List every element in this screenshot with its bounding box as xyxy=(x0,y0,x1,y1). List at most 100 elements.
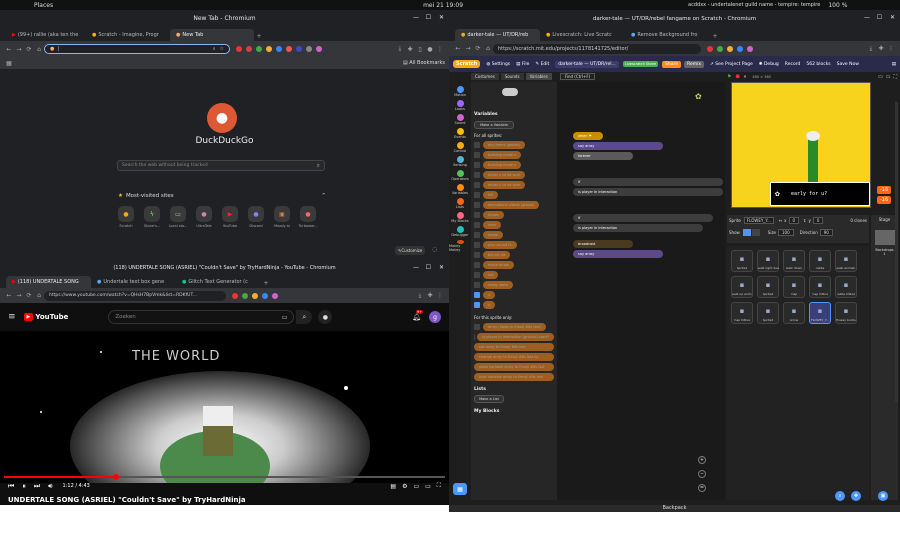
hamburger-icon[interactable]: ≡ xyxy=(8,312,16,322)
stage-canvas[interactable]: ✿ early for u? xyxy=(731,82,871,208)
forward-icon[interactable]: → xyxy=(14,291,24,301)
file-menu[interactable]: ▤ File xyxy=(516,62,529,67)
variable-reporter[interactable]: any items (global) xyxy=(483,141,525,149)
extension-icon[interactable] xyxy=(306,46,312,52)
variable-reporter[interactable]: mode xyxy=(483,231,503,239)
microphone-icon[interactable]: ● xyxy=(318,310,333,324)
extension-icon[interactable] xyxy=(262,292,268,299)
say-block[interactable]: say array xyxy=(573,142,663,150)
variable-checkbox[interactable] xyxy=(474,324,480,330)
fullscreen-icon[interactable]: ⛶ xyxy=(437,482,441,490)
omnibox-input[interactable]: ● | ⌕ ☆ xyxy=(44,44,230,54)
download-icon[interactable]: ⤓ xyxy=(866,44,876,54)
minimize-icon[interactable]: — xyxy=(413,264,419,271)
chat-icon[interactable]: ◌ xyxy=(432,246,437,253)
home-icon[interactable]: ⌂ xyxy=(34,291,44,301)
category-events[interactable]: Events xyxy=(449,128,471,140)
settings-menu[interactable]: ◍ Settings xyxy=(486,62,510,67)
hide-toggle[interactable] xyxy=(751,229,760,236)
save-now-button[interactable]: Save Now xyxy=(837,62,859,67)
direction-input[interactable]: 90 xyxy=(819,229,833,236)
close-icon[interactable]: ✕ xyxy=(890,14,895,21)
tab-livescratch[interactable]: ● Livescratch: Live Scratc xyxy=(540,29,625,41)
new-tab-icon[interactable]: + xyxy=(710,31,720,41)
add-sprite-icon[interactable]: ✚ xyxy=(851,491,861,501)
size-input[interactable]: 100 xyxy=(778,229,794,236)
tile-moody[interactable]: ▣ Moody ai xyxy=(271,206,293,228)
variable-reporter[interactable]: building mode x xyxy=(483,151,522,159)
home-icon[interactable]: ⌂ xyxy=(34,44,44,54)
variable-checkbox[interactable] xyxy=(474,282,480,288)
close-icon[interactable]: ✕ xyxy=(439,14,444,21)
variable-checkbox[interactable] xyxy=(474,182,480,188)
tab-costumes[interactable]: Costumes xyxy=(471,73,499,80)
sprite-name-input[interactable]: FLOWEY_Y... xyxy=(743,217,774,224)
extension-icon[interactable] xyxy=(707,45,713,52)
extension-icon[interactable] xyxy=(272,292,278,299)
bell-icon[interactable]: 🔔︎ 9+ xyxy=(412,310,424,321)
category-looks[interactable]: Looks xyxy=(449,100,471,112)
variable-reporter[interactable]: kill xyxy=(483,191,498,199)
extension-icon[interactable] xyxy=(242,292,248,299)
profile-icon[interactable]: ● xyxy=(425,44,435,54)
green-flag-icon[interactable]: ⚑ xyxy=(727,74,731,80)
choose-backdrop-icon[interactable]: ▣ xyxy=(878,491,888,501)
extension-icon[interactable] xyxy=(727,45,733,52)
tile-local[interactable]: ▭ Local sto... xyxy=(167,206,189,228)
make-variable-button[interactable]: Make a Variable xyxy=(474,121,514,129)
avatar[interactable]: g xyxy=(429,311,441,323)
minimize-icon[interactable]: — xyxy=(413,14,419,21)
operator-block[interactable]: is player in interaction xyxy=(573,188,723,196)
variable-checkbox[interactable] xyxy=(474,232,480,238)
category-control[interactable]: Control xyxy=(449,142,471,154)
video-progress-track[interactable] xyxy=(4,474,445,480)
zoom-reset-icon[interactable]: = xyxy=(698,484,706,492)
broadcast-block[interactable]: broadcast xyxy=(573,240,633,248)
category-operators[interactable]: Operators xyxy=(449,170,471,182)
sprite-tile[interactable]: ▪ Sprite1 xyxy=(731,250,753,272)
menu-icon[interactable]: ⋮ xyxy=(435,44,445,54)
variable-checkbox[interactable] xyxy=(474,242,480,248)
sprite-tile[interactable]: ▪ arrow xyxy=(783,302,805,324)
variable-reporter[interactable]: oid xyxy=(483,271,499,279)
new-tab-icon[interactable]: + xyxy=(254,31,264,41)
puzzle-icon[interactable]: ✚ xyxy=(405,44,415,54)
extension-icon[interactable] xyxy=(316,46,322,52)
star-icon[interactable]: ☆ xyxy=(220,46,224,52)
previous-icon[interactable]: ⏮ xyxy=(8,482,14,491)
when-flag-block[interactable]: when ⚑ xyxy=(573,132,603,140)
variable-reporter[interactable]: invis xyxy=(483,221,502,229)
places-menu[interactable]: Places xyxy=(34,2,53,9)
all-bookmarks[interactable]: ▤ All Bookmarks xyxy=(403,60,445,66)
variable-reporter[interactable]: y xyxy=(483,301,496,309)
tab-sounds[interactable]: Sounds xyxy=(500,73,524,80)
scratch-logo[interactable]: Scratch xyxy=(453,60,481,68)
youtube-logo-icon[interactable]: ▶ xyxy=(23,313,34,321)
tile-youtube[interactable]: ▶ YouTube xyxy=(219,206,241,228)
menu-icon[interactable]: ⋮ xyxy=(886,44,896,54)
sidepanel-icon[interactable]: ▯ xyxy=(415,44,425,54)
omnibox-input[interactable]: https://www.youtube.com/watch?v=QHsH7BpV… xyxy=(44,290,226,301)
variable-reporter[interactable]: building mode y xyxy=(483,161,522,169)
home-icon[interactable]: ⌂ xyxy=(483,44,493,54)
extension-icon[interactable] xyxy=(747,45,753,52)
maximize-icon[interactable]: ☐ xyxy=(426,264,431,271)
settings-gear-icon[interactable]: ⚙ xyxy=(402,483,407,490)
pause-icon[interactable]: ⏸ xyxy=(22,482,26,491)
make-list-button[interactable]: Make a List xyxy=(474,395,504,403)
menu-icon[interactable]: ⋮ xyxy=(435,291,445,301)
back-icon[interactable]: ← xyxy=(4,44,14,54)
livescratch-share-button[interactable]: Livescratch Share xyxy=(622,61,659,67)
show-visible-toggle[interactable] xyxy=(742,229,751,236)
maximize-icon[interactable]: ☐ xyxy=(877,14,882,21)
sprite-tile[interactable]: ▪ flowey bucks xyxy=(835,302,857,324)
sprite-tile[interactable]: ▪ map hitbox xyxy=(809,276,831,298)
stop-icon[interactable]: ⬣ xyxy=(735,74,739,80)
variable-checkbox[interactable] xyxy=(474,292,480,298)
variable-reporter[interactable]: ready state xyxy=(483,281,513,289)
extension-icon[interactable] xyxy=(717,45,723,52)
tab-newtab[interactable]: ● New Tab xyxy=(170,29,254,41)
new-tab-icon[interactable]: + xyxy=(261,278,271,288)
control-block[interactable]: forever xyxy=(573,152,633,160)
maximize-icon[interactable]: ☐ xyxy=(426,14,431,21)
